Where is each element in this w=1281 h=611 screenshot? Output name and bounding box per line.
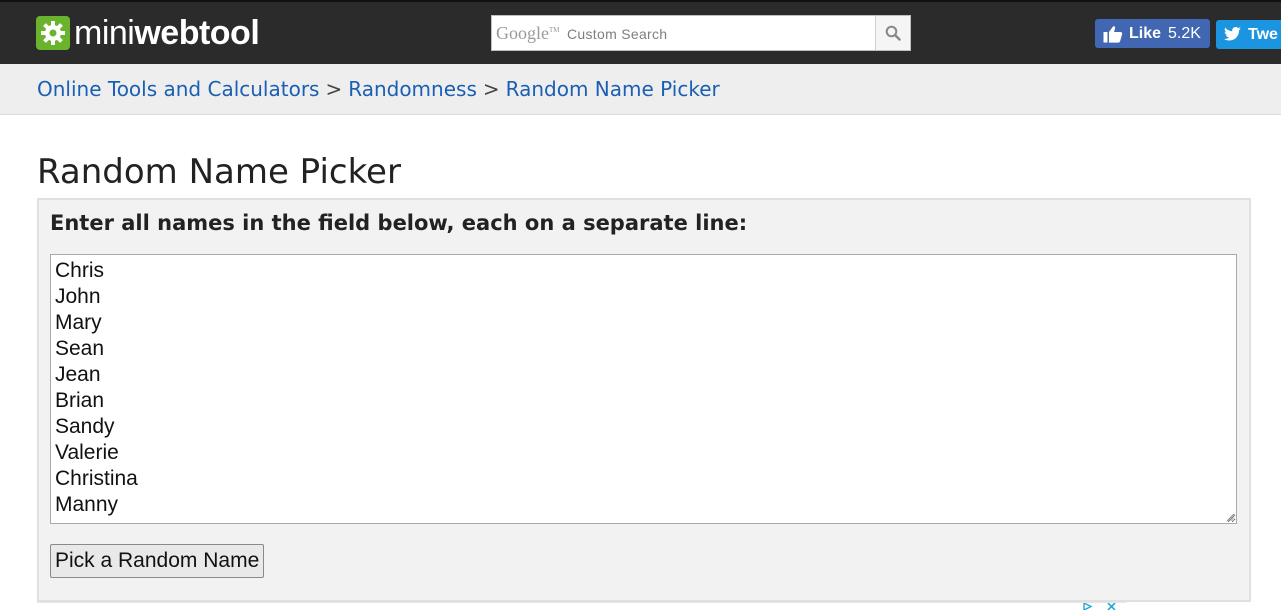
facebook-like-button[interactable]: Like 5.2K: [1095, 19, 1210, 48]
like-label: Like: [1129, 24, 1162, 42]
logo-text-thin: mini: [74, 14, 135, 52]
pick-random-name-button[interactable]: Pick a Random Name: [50, 544, 265, 578]
page-title: Random Name Picker: [37, 152, 401, 192]
breadcrumb: Online Tools and Calculators > Randomness >…: [37, 77, 720, 101]
thumbs-up-icon: [1103, 25, 1123, 43]
search-button[interactable]: [875, 16, 910, 50]
search-box: GoogleTM Custom Search: [491, 15, 911, 51]
ad-choices-icon[interactable]: [1082, 603, 1122, 610]
like-count: 5.2K: [1168, 24, 1201, 42]
tweet-label: Twe: [1248, 25, 1278, 43]
twitter-bird-icon: [1224, 27, 1241, 41]
name-line: Christina: [55, 467, 138, 490]
names-textarea[interactable]: Chris John Mary Sean Jean Brian Sandy Va…: [50, 254, 1237, 524]
name-line: Sandy: [55, 415, 115, 438]
logo-text-bold: webtool: [134, 14, 260, 52]
logo-text: miniwebtool: [74, 14, 260, 52]
search-input[interactable]: [496, 20, 876, 46]
name-line: Mary: [55, 311, 102, 334]
name-line: John: [55, 285, 101, 308]
name-line: Chris: [55, 259, 105, 282]
resize-grip-icon[interactable]: [1225, 512, 1235, 522]
breadcrumb-bar: Online Tools and Calculators > Randomness >…: [0, 64, 1281, 115]
search-icon: [885, 25, 901, 41]
twitter-tweet-button[interactable]: Twe: [1216, 20, 1281, 49]
breadcrumb-link-random-name-picker[interactable]: Random Name Picker: [506, 77, 720, 101]
name-line: Sean: [55, 337, 105, 360]
name-line: Valerie: [55, 441, 119, 464]
breadcrumb-separator: >: [325, 77, 343, 101]
name-line: Manny: [55, 493, 119, 516]
tool-panel: Enter all names in the field below, each…: [37, 198, 1251, 602]
name-line: Jean: [55, 363, 101, 386]
gear-icon: [36, 16, 70, 50]
name-line: Brian: [55, 389, 105, 412]
site-header: miniwebtool GoogleTM Custom Search Like …: [0, 0, 1281, 64]
breadcrumb-link-randomness[interactable]: Randomness: [348, 77, 477, 101]
breadcrumb-link-online-tools[interactable]: Online Tools and Calculators: [37, 77, 319, 101]
names-instruction: Enter all names in the field below, each…: [50, 211, 748, 235]
breadcrumb-separator: >: [482, 77, 500, 101]
site-logo[interactable]: miniwebtool: [36, 14, 260, 52]
